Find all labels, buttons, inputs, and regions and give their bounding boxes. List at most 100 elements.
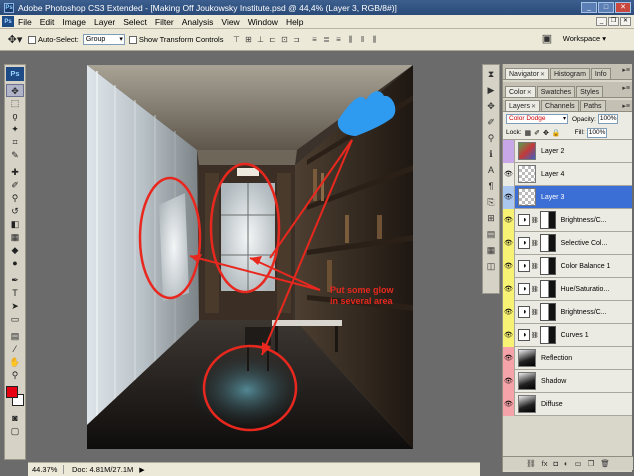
distribute-hcenter-icon[interactable]: ‖ [357, 34, 367, 46]
show-transform-checkbox[interactable]: Show Transform Controls [128, 35, 223, 44]
mask-link-icon[interactable]: ⛓ [531, 217, 539, 224]
align-top-icon[interactable]: ⊤ [231, 34, 241, 46]
distribute-bottom-icon[interactable]: ≡ [333, 34, 343, 46]
go-to-bridge-icon[interactable]: ▣ [538, 32, 556, 47]
close-button[interactable]: ✕ [615, 2, 631, 13]
info-panel-icon[interactable]: ℹ [484, 148, 498, 161]
close-tab-icon[interactable]: ✕ [527, 90, 532, 96]
tab-layers[interactable]: Layers✕ [505, 100, 541, 111]
layer-thumbnail[interactable] [518, 165, 536, 183]
tool-presets-icon[interactable]: ✥ [484, 100, 498, 113]
auto-select-dropdown[interactable]: Group [82, 34, 125, 45]
lock-position-icon[interactable]: ✥ [543, 129, 549, 137]
tab-navigator[interactable]: Navigator✕ [505, 68, 549, 79]
link-layers-icon[interactable]: ⛓ [526, 459, 536, 468]
zoom-tool-icon[interactable]: ⚲ [6, 369, 24, 382]
visibility-eye-icon[interactable]: 👁 [503, 162, 515, 186]
lock-all-icon[interactable]: 🔒 [552, 129, 561, 137]
layer-thumbnail[interactable] [518, 372, 536, 390]
menu-edit[interactable]: Edit [40, 17, 55, 27]
distribute-top-icon[interactable]: ≡ [309, 34, 319, 46]
layer-mask-icon[interactable]: ◘ [553, 459, 558, 468]
layer-row[interactable]: 👁 ◑ ⛓ Brightness/C... [503, 208, 632, 232]
visibility-eye-icon[interactable]: 👁 [503, 369, 515, 393]
doc-close-button[interactable]: ✕ [620, 17, 631, 26]
adjustment-layer-icon[interactable]: ◐ [564, 459, 569, 468]
layer-row[interactable]: 👁 ◑ ⛓ Hue/Saturatio... [503, 277, 632, 301]
delete-layer-icon[interactable]: 🗑 [600, 459, 610, 468]
visibility-eye-icon[interactable] [503, 139, 515, 163]
align-vcenter-icon[interactable]: ⊞ [243, 34, 253, 46]
visibility-eye-icon[interactable]: 👁 [503, 346, 515, 370]
layer-mask-thumbnail[interactable] [539, 280, 556, 298]
hand-tool-icon[interactable]: ✋ [6, 356, 24, 369]
panel-menu-icon[interactable]: ▸≡ [622, 84, 630, 92]
blend-mode-dropdown[interactable]: Color Dodge [506, 114, 568, 124]
distribute-vcenter-icon[interactable]: ≣ [321, 34, 331, 46]
tab-styles[interactable]: Styles [576, 86, 604, 97]
move-tool-icon[interactable]: ✥ [6, 84, 24, 97]
layer-thumbnail[interactable] [518, 142, 536, 160]
menu-select[interactable]: Select [123, 17, 147, 27]
magic-wand-tool-icon[interactable]: ✦ [6, 123, 24, 136]
eraser-tool-icon[interactable]: ◧ [6, 218, 24, 231]
layer-style-icon[interactable]: fx [542, 459, 548, 468]
layer-row[interactable]: 👁 ◑ ⛓ Color Balance 1 [503, 254, 632, 278]
panel-menu-icon[interactable]: ▸≡ [622, 102, 630, 110]
layer-mask-thumbnail[interactable] [539, 303, 556, 321]
doc-restore-button[interactable]: ❐ [608, 17, 619, 26]
tab-channels[interactable]: Channels [541, 100, 579, 111]
mask-link-icon[interactable]: ⛓ [531, 309, 539, 316]
visibility-eye-icon[interactable]: 👁 [503, 254, 515, 278]
menu-file[interactable]: File [18, 17, 32, 27]
tab-color[interactable]: Color✕ [505, 86, 536, 97]
status-menu-arrow-icon[interactable]: ▶ [139, 466, 144, 474]
visibility-eye-icon[interactable]: 👁 [503, 185, 515, 209]
layer-row[interactable]: 👁 ◑ ⛓ Curves 1 [503, 323, 632, 347]
layer-comps-icon[interactable]: ⎘ [484, 196, 498, 209]
measurement-log-icon[interactable]: ⊞ [484, 212, 498, 225]
dodge-tool-icon[interactable]: ● [6, 257, 24, 270]
menu-layer[interactable]: Layer [94, 17, 115, 27]
layer-mask-thumbnail[interactable] [539, 211, 556, 229]
distribute-left-icon[interactable]: ⫼ [345, 34, 355, 46]
layer-mask-thumbnail[interactable] [539, 234, 556, 252]
fill-field[interactable]: 100% [586, 127, 607, 138]
visibility-eye-icon[interactable]: 👁 [503, 392, 515, 416]
layer-mask-thumbnail[interactable] [539, 257, 556, 275]
navigator-mini-icon[interactable]: ◫ [484, 260, 498, 273]
mask-link-icon[interactable]: ⛓ [531, 286, 539, 293]
lasso-tool-icon[interactable]: ϙ [6, 110, 24, 123]
doc-minimize-button[interactable]: _ [596, 17, 607, 26]
workspace-button[interactable]: Workspace ▾ [563, 34, 606, 43]
layer-thumbnail[interactable] [518, 188, 536, 206]
close-tab-icon[interactable]: ✕ [540, 72, 545, 78]
layer-row[interactable]: 👁 Layer 4 [503, 162, 632, 186]
close-tab-icon[interactable]: ✕ [531, 104, 536, 110]
healing-brush-tool-icon[interactable]: ✚ [6, 166, 24, 179]
brush-tool-icon[interactable]: ✐ [6, 179, 24, 192]
history-brush-tool-icon[interactable]: ↺ [6, 205, 24, 218]
auto-select-checkbox[interactable]: Auto-Select: [28, 35, 79, 44]
layer-row[interactable]: 👁 ◑ ⛓ Selective Col... [503, 231, 632, 255]
layer-row[interactable]: 👁 Diffuse [503, 392, 632, 416]
maximize-button[interactable]: □ [598, 2, 614, 13]
layer-row[interactable]: 👁 Layer 3 [503, 185, 632, 209]
lock-pixels-icon[interactable]: ✐ [534, 129, 540, 137]
crop-tool-icon[interactable]: ⌗ [6, 136, 24, 149]
document-canvas[interactable] [87, 65, 413, 449]
clone-source-icon[interactable]: ⚲ [484, 132, 498, 145]
slice-tool-icon[interactable]: ✎ [6, 149, 24, 162]
distribute-right-icon[interactable]: ⫼ [369, 34, 379, 46]
align-right-icon[interactable]: ⊐ [291, 34, 301, 46]
visibility-eye-icon[interactable]: 👁 [503, 208, 515, 232]
menu-image[interactable]: Image [62, 17, 86, 27]
gradient-tool-icon[interactable]: ▦ [6, 231, 24, 244]
layer-mask-thumbnail[interactable] [539, 326, 556, 344]
swatches-mini-icon[interactable]: ▦ [484, 244, 498, 257]
layer-row[interactable]: 👁 ◑ ⛓ Brightness/C... [503, 300, 632, 324]
minimize-button[interactable]: _ [581, 2, 597, 13]
paragraph-panel-icon[interactable]: ¶ [484, 180, 498, 193]
panel-menu-icon[interactable]: ▸≡ [622, 66, 630, 74]
mask-link-icon[interactable]: ⛓ [531, 240, 539, 247]
